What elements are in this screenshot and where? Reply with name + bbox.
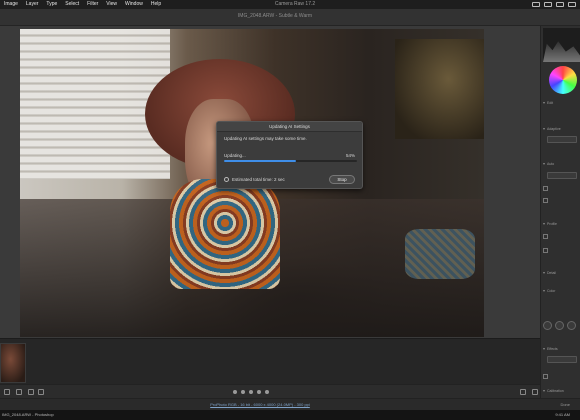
rating-dot[interactable]: [241, 390, 245, 394]
chevron-down-icon: ▾: [543, 100, 546, 105]
battery-icon[interactable]: [556, 2, 564, 7]
wall-painting: [395, 39, 484, 139]
progress-fill: [224, 160, 296, 162]
taskbar-app[interactable]: IMG_2048.ARW - Photoshop: [2, 412, 54, 417]
panel-section-row[interactable]: ▾ Profile: [543, 221, 579, 226]
panel-checkbox[interactable]: [543, 186, 548, 191]
settings-icon[interactable]: [532, 389, 538, 395]
chevron-down-icon: ▾: [543, 221, 546, 226]
progress-value: 54%: [345, 153, 355, 158]
bottom-toolbar: [0, 384, 540, 398]
update-ai-settings-dialog: Updating AI Settings Updating AI setting…: [216, 121, 363, 189]
panel-checkbox[interactable]: [543, 374, 548, 379]
menu-icon[interactable]: [4, 389, 10, 395]
sort-icon[interactable]: [28, 389, 34, 395]
chevron-down-icon: ▾: [543, 126, 546, 131]
filmstrip-thumbnail[interactable]: [0, 343, 26, 383]
taskbar-time: 9:41 AM: [555, 412, 570, 417]
mask-circle-button[interactable]: [555, 321, 564, 330]
panel-field[interactable]: [547, 172, 577, 179]
mask-circle-button[interactable]: [567, 321, 576, 330]
cloud-icon[interactable]: [532, 2, 540, 7]
compare-icon[interactable]: [520, 389, 526, 395]
menu-type[interactable]: Type: [42, 0, 61, 9]
mask-circle-button[interactable]: [543, 321, 552, 330]
panel-checkbox[interactable]: [543, 198, 548, 203]
panel-section-row[interactable]: ▾ Auto: [543, 161, 579, 166]
menu-layer[interactable]: Layer: [22, 0, 43, 9]
progress-label: Updating...: [224, 153, 246, 158]
clock-icon: [224, 177, 229, 182]
status-right: Done: [560, 402, 570, 407]
chevron-down-icon: ▾: [543, 270, 546, 275]
panel-section-row[interactable]: ▾ Edit: [543, 100, 579, 105]
status-bar: ProPhoto RGB - 16 bit - 6000 x 4000 (24.…: [0, 398, 580, 410]
panel-section-row[interactable]: ▾ Color: [543, 288, 579, 293]
dialog-message: Updating AI settings may take some time.: [224, 136, 307, 141]
panel-section-row[interactable]: ▾ Adaptive: [543, 126, 579, 131]
panel-section-row[interactable]: ▾ Detail: [543, 270, 579, 275]
crochet-top: [170, 179, 280, 289]
workflow-options-link[interactable]: ProPhoto RGB - 16 bit - 6000 x 4000 (24.…: [185, 402, 335, 407]
dialog-title: Updating AI Settings: [217, 122, 362, 132]
histogram-curve: [543, 41, 580, 62]
menu-image[interactable]: Image: [0, 0, 22, 9]
chevron-down-icon: ▾: [543, 346, 546, 351]
menu-filter[interactable]: Filter: [83, 0, 102, 9]
rating-dot[interactable]: [233, 390, 237, 394]
wifi-icon[interactable]: [544, 2, 552, 7]
panel-checkbox[interactable]: [543, 234, 548, 239]
panel-section-row[interactable]: ▾ Effects: [543, 346, 579, 351]
histogram: [543, 28, 580, 62]
rating-dot[interactable]: [249, 390, 253, 394]
pillow: [405, 229, 475, 279]
menu-help[interactable]: Help: [147, 0, 165, 9]
document-titlebar: IMG_2048.ARW - Subtle & Warm: [0, 9, 580, 26]
chevron-down-icon: ▾: [543, 288, 546, 293]
panel-field[interactable]: [547, 136, 577, 143]
taskbar-tray: 9:41 AM: [555, 412, 570, 417]
chevron-down-icon: ▾: [543, 388, 546, 393]
right-panel: ▾ Edit ▾ Adaptive ▾ Auto ▾ Profile ▾ Detail ▾…: [540, 26, 580, 398]
taskbar: IMG_2048.ARW - Photoshop 9:41 AM: [0, 410, 580, 420]
stop-button[interactable]: Stop: [329, 175, 355, 184]
rating-dot[interactable]: [265, 390, 269, 394]
panel-field[interactable]: [547, 356, 577, 363]
app-title: Camera Raw 17.2: [274, 1, 316, 7]
menu-select[interactable]: Select: [61, 0, 83, 9]
estimate-row: Estimated total time: 2 sec: [224, 177, 285, 182]
rating-dot[interactable]: [257, 390, 261, 394]
panel-section-row[interactable]: ▾ Calibration: [543, 388, 579, 393]
menu-view[interactable]: View: [102, 0, 121, 9]
chevron-down-icon: ▾: [543, 161, 546, 166]
filter-icon[interactable]: [38, 389, 44, 395]
filmstrip: [0, 338, 540, 384]
progress-bar: [224, 160, 357, 162]
color-wheel[interactable]: [549, 66, 577, 94]
estimate-text: Estimated total time: 2 sec: [232, 177, 285, 182]
search-icon[interactable]: [568, 2, 576, 7]
document-tab[interactable]: IMG_2048.ARW - Subtle & Warm: [210, 13, 340, 19]
menu-window[interactable]: Window: [121, 0, 147, 9]
filmstrip-icon[interactable]: [16, 389, 22, 395]
panel-checkbox[interactable]: [543, 248, 548, 253]
